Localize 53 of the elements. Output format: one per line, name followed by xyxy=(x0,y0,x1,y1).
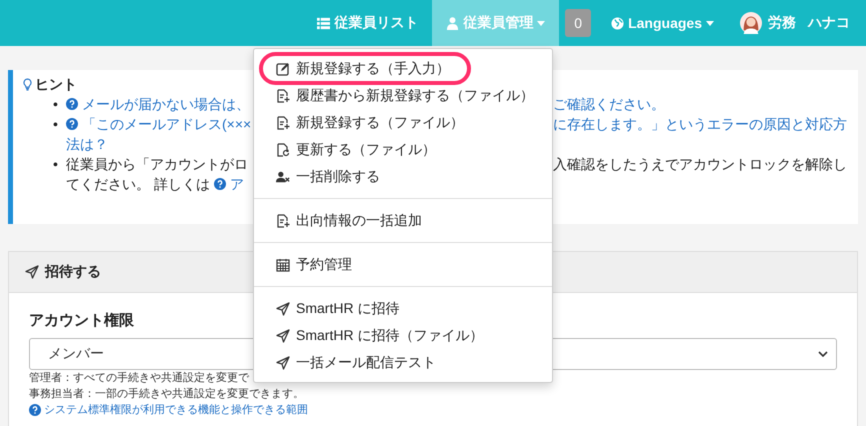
chevron-down-icon xyxy=(818,351,828,357)
help-link[interactable]: 「このメールアドレス(××× xyxy=(82,114,252,134)
bullet: • xyxy=(53,155,59,174)
help-text: 管理者：すべての手続きや共通設定を変更で xyxy=(29,370,249,386)
bullet: • xyxy=(53,115,59,134)
help-icon xyxy=(29,404,41,416)
menu-item[interactable]: 出向情報の一括追加 xyxy=(254,207,552,234)
list-icon xyxy=(317,16,330,30)
menu-item[interactable]: 一括メール配信テスト xyxy=(254,349,552,376)
count-badge: 0 xyxy=(565,9,592,37)
menu-item[interactable]: SmartHR に招待（ファイル） xyxy=(254,322,552,349)
panel-title: 招待する xyxy=(45,263,101,281)
menu-item[interactable]: 新規登録する（ファイル） xyxy=(254,109,552,136)
hint-text: 入確認をしたうえでアカウントロックを解除し xyxy=(553,155,847,174)
paper-plane-icon xyxy=(276,356,290,370)
user-icon xyxy=(446,16,460,30)
menu-item[interactable]: 更新する（ファイル） xyxy=(254,136,552,163)
file-refresh-icon xyxy=(276,142,290,156)
menu-item[interactable]: 予約管理 xyxy=(254,251,552,278)
help-link[interactable]: に存在します。」というエラーの原因と対応方 xyxy=(553,114,847,134)
help-link[interactable]: システム標準権限が利用できる機能と操作できる範囲 xyxy=(44,402,308,418)
help-link[interactable]: メールが届かない場合は、 xyxy=(82,94,250,114)
paper-plane-icon xyxy=(25,265,39,279)
paper-plane-icon xyxy=(276,302,290,316)
file-plus-icon xyxy=(276,88,290,102)
help-link[interactable]: ア xyxy=(230,174,244,194)
caret-icon xyxy=(706,20,714,26)
help-icon xyxy=(66,98,78,110)
file-plus-icon xyxy=(276,116,290,130)
menu-item[interactable]: 新規登録する（手入力） xyxy=(262,55,468,82)
hint-text: てください。 詳しくは xyxy=(66,175,210,194)
file-plus-icon xyxy=(276,214,290,228)
menu-item[interactable]: 一括削除する xyxy=(254,163,552,190)
hint-text: 従業員から「アカウントがロ xyxy=(66,155,248,174)
user-remove-icon xyxy=(276,170,290,184)
globe-icon xyxy=(611,16,624,30)
help-text: 事務担当者：一部の手続きや共通設定を変更できます。 xyxy=(29,386,304,402)
help-link[interactable]: ご確認ください。 xyxy=(553,94,665,114)
lightbulb-icon xyxy=(23,78,32,90)
calendar-icon xyxy=(276,258,290,272)
user-surname: 労務 xyxy=(768,14,796,32)
field-label: アカウント権限 xyxy=(29,311,134,330)
avatar[interactable] xyxy=(740,12,762,34)
hint-title: ヒント xyxy=(35,75,77,94)
help-link[interactable]: 法は？ xyxy=(66,134,108,154)
help-icon xyxy=(214,178,226,190)
edit-icon xyxy=(276,62,290,76)
paper-plane-icon xyxy=(276,328,290,342)
bullet: • xyxy=(53,95,59,114)
menu-item[interactable]: SmartHR に招待 xyxy=(254,295,552,322)
menu-item[interactable]: 履歴書から新規登録する（ファイル） xyxy=(254,82,552,109)
user-given-name: ハナコ xyxy=(808,14,850,32)
help-icon xyxy=(66,118,78,130)
